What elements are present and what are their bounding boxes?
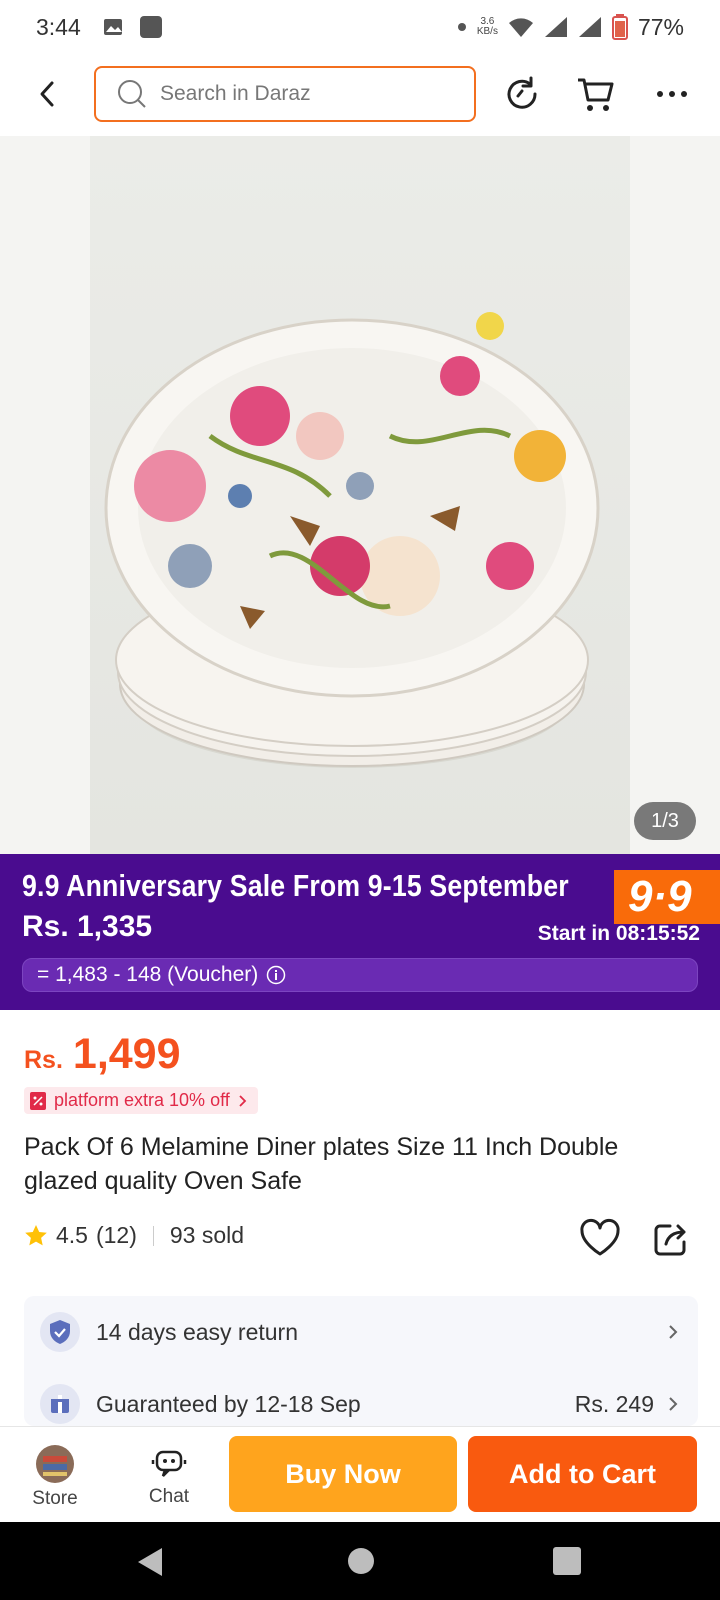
signal-icon xyxy=(544,17,567,37)
divider xyxy=(152,1225,154,1246)
star-icon xyxy=(25,1224,47,1245)
status-bar: 3:44 3.6 KB/s 77% xyxy=(0,0,720,54)
signal-2-icon xyxy=(578,17,601,37)
rating-row[interactable]: 4.5 (12) 93 sold xyxy=(24,1222,244,1249)
coupon-icon xyxy=(30,1091,46,1110)
system-nav-bar xyxy=(0,1522,720,1600)
add-to-cart-button[interactable]: Add to Cart xyxy=(468,1436,697,1512)
nav-back-icon[interactable] xyxy=(134,1546,166,1578)
chat-icon xyxy=(151,1450,187,1477)
promo-text: platform extra 10% off xyxy=(54,1090,230,1110)
product-gallery[interactable]: 1/3 xyxy=(0,136,720,854)
sale-badge: 9·9 xyxy=(614,870,720,924)
sale-price: Rs. 1,335 xyxy=(22,910,153,943)
nav-recents-icon[interactable] xyxy=(552,1546,582,1576)
sale-banner[interactable]: 9.9 Anniversary Sale From 9-15 September… xyxy=(0,854,720,1010)
more-options-icon[interactable] xyxy=(650,72,694,116)
price-value: 1,499 xyxy=(72,1030,181,1078)
delivery-row[interactable]: Guaranteed by 12-18 Sep Rs. 249 xyxy=(24,1374,698,1434)
price-currency: Rs. xyxy=(24,1046,63,1074)
heart-icon[interactable] xyxy=(578,1216,622,1260)
sale-title: 9.9 Anniversary Sale From 9-15 September xyxy=(22,868,569,903)
battery-percent: 77% xyxy=(637,13,684,40)
services-card: 14 days easy return Guaranteed by 12-18 … xyxy=(24,1296,698,1426)
cart-icon[interactable] xyxy=(574,72,618,116)
nav-home-icon[interactable] xyxy=(346,1546,376,1576)
return-policy-row[interactable]: 14 days easy return xyxy=(24,1302,698,1362)
delivery-box-icon xyxy=(40,1384,80,1424)
chat-button[interactable]: Chat xyxy=(124,1435,214,1519)
search-icon xyxy=(118,80,146,108)
voucher-breakdown[interactable]: = 1,483 - 148 (Voucher) xyxy=(22,958,698,992)
platform-promo[interactable]: platform extra 10% off xyxy=(24,1087,258,1114)
bottom-action-bar: Store Chat Buy Now Add to Cart xyxy=(0,1426,720,1522)
chat-label: Chat xyxy=(148,1486,190,1507)
header: Search in Daraz xyxy=(0,54,720,136)
review-count: (12) xyxy=(95,1222,137,1248)
gallery-notification-icon xyxy=(103,19,122,35)
product-title: Pack Of 6 Melamine Diner plates Size 11 … xyxy=(24,1133,619,1195)
rating-value: 4.5 xyxy=(56,1222,88,1248)
price-section: Rs. 1,499 platform extra 10% off xyxy=(24,1030,258,1115)
return-text: 14 days easy return xyxy=(96,1318,299,1345)
sold-count: 93 sold xyxy=(169,1222,245,1248)
refresh-icon[interactable] xyxy=(500,72,544,116)
wifi-icon xyxy=(508,18,533,37)
search-input[interactable]: Search in Daraz xyxy=(94,66,476,122)
search-placeholder: Search in Daraz xyxy=(160,82,311,105)
net-speed-unit: KB/s xyxy=(476,26,498,37)
store-button[interactable]: Store xyxy=(10,1435,100,1519)
app-notification-icon xyxy=(139,16,162,38)
chevron-right-icon xyxy=(669,1325,678,1339)
delivery-price: Rs. 249 xyxy=(574,1390,654,1417)
product-price: Rs. 1,499 xyxy=(24,1030,258,1079)
store-avatar-icon xyxy=(36,1445,74,1483)
dot-icon xyxy=(457,23,466,31)
info-icon[interactable] xyxy=(266,965,286,985)
product-image[interactable] xyxy=(90,136,630,854)
sale-countdown: Start in 08:15:52 xyxy=(537,922,700,945)
voucher-text: = 1,483 - 148 (Voucher) xyxy=(37,963,259,986)
store-label: Store xyxy=(32,1488,78,1509)
share-icon[interactable] xyxy=(652,1218,692,1258)
battery-icon xyxy=(611,14,628,40)
status-time: 3:44 xyxy=(36,13,81,40)
buy-now-button[interactable]: Buy Now xyxy=(229,1436,457,1512)
net-speed: 3.6 KB/s xyxy=(477,17,498,37)
chevron-right-icon xyxy=(239,1094,247,1107)
plate-stack-illustration xyxy=(104,312,600,768)
image-counter: 1/3 xyxy=(634,802,696,840)
chevron-right-icon xyxy=(669,1397,678,1411)
back-icon[interactable] xyxy=(30,76,66,112)
delivery-text: Guaranteed by 12-18 Sep xyxy=(96,1390,361,1417)
shield-icon xyxy=(40,1312,80,1352)
